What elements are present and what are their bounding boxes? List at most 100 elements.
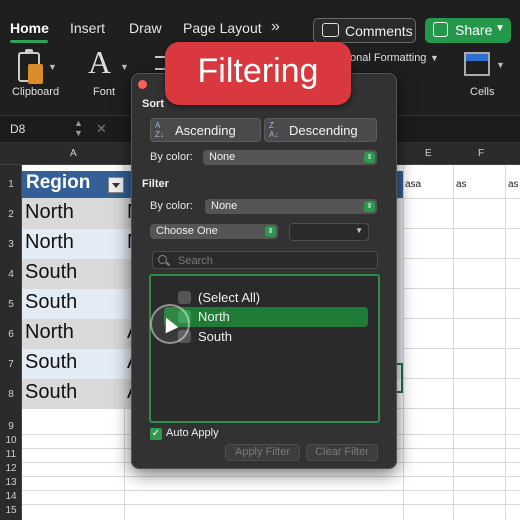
tab-draw[interactable]: Draw	[129, 20, 162, 36]
table-cell[interactable]: North	[22, 319, 126, 349]
cancel-entry-icon[interactable]: ✕	[96, 121, 107, 137]
chevron-down-icon[interactable]: ▼	[496, 60, 505, 70]
gridline	[22, 476, 520, 477]
cell-value: South	[25, 381, 78, 403]
filter-dropdown-icon[interactable]	[108, 177, 124, 193]
cell-value: North	[25, 231, 74, 253]
search-icon	[158, 255, 167, 264]
table-cell[interactable]: North	[22, 229, 126, 259]
list-item-label: South	[198, 329, 232, 344]
checkmark-icon[interactable]: ✓	[150, 428, 162, 440]
sort-descending-icon: Z A↓	[269, 121, 279, 139]
chevron-down-icon[interactable]: ▼	[430, 53, 439, 63]
filter-values-list[interactable]: (Select All) North South	[149, 274, 380, 423]
auto-apply-label: Auto Apply	[166, 427, 219, 439]
sort-by-color-select[interactable]: None ⇕	[203, 150, 377, 165]
font-group-label[interactable]: Font	[93, 86, 115, 98]
sort-section-title: Sort	[142, 98, 164, 110]
row-number[interactable]: 9	[0, 421, 22, 432]
cell-value[interactable]: as	[456, 179, 467, 190]
choose-one-select[interactable]: Choose One ⇕	[150, 224, 278, 239]
table-cell[interactable]: South	[22, 289, 126, 319]
region-header-label: Region	[26, 172, 91, 193]
select-stepper-icon: ⇕	[265, 226, 276, 237]
column-header-e[interactable]: E	[425, 148, 432, 159]
row-number[interactable]: 4	[0, 269, 22, 280]
cell-value: South	[25, 291, 78, 313]
choose-one-label: Choose One	[156, 225, 218, 237]
share-button[interactable]: Share ▼	[425, 18, 511, 43]
list-item-north[interactable]: North	[164, 307, 368, 327]
share-label: Share	[455, 22, 493, 38]
list-item-select-all[interactable]: (Select All)	[151, 288, 371, 308]
search-placeholder: Search	[178, 255, 213, 267]
list-item-label: North	[198, 309, 230, 324]
filter-value-select[interactable]: ▼	[289, 223, 369, 241]
name-box[interactable]: D8	[10, 122, 25, 136]
cell-value[interactable]: as	[508, 179, 519, 190]
close-icon[interactable]	[138, 80, 147, 89]
cells-icon[interactable]	[464, 52, 490, 76]
row-number[interactable]: 7	[0, 359, 22, 370]
filter-search-field[interactable]: Search	[152, 251, 378, 269]
font-icon[interactable]: A	[88, 44, 111, 81]
comment-icon	[322, 23, 339, 37]
cell-value: North	[25, 201, 74, 223]
select-stepper-icon: ⇕	[364, 201, 375, 212]
cells-group-label[interactable]: Cells	[470, 86, 494, 98]
comments-button[interactable]: Comments	[313, 18, 416, 43]
tab-home[interactable]: Home	[10, 20, 49, 36]
list-item-label: (Select All)	[198, 290, 261, 305]
filter-by-color-value: None	[211, 200, 238, 212]
row-number[interactable]: 2	[0, 209, 22, 220]
gridline	[22, 504, 520, 505]
gridline	[505, 165, 506, 520]
table-cell[interactable]: South	[22, 379, 126, 409]
clear-filter-button[interactable]: Clear Filter	[306, 444, 378, 461]
sort-ascending-icon: A Z↓	[155, 121, 164, 139]
row-number[interactable]: 10	[0, 435, 22, 446]
gridline	[22, 490, 520, 491]
row-number[interactable]: 3	[0, 239, 22, 250]
column-header-f[interactable]: F	[478, 148, 484, 159]
sort-descending-button[interactable]: Z A↓ Descending	[264, 118, 377, 142]
row-number[interactable]: 5	[0, 299, 22, 310]
chevron-down-icon[interactable]: ▼	[48, 62, 57, 72]
row-number[interactable]: 13	[0, 477, 22, 488]
table-cell[interactable]: North	[22, 199, 126, 229]
row-number[interactable]: 15	[0, 505, 22, 516]
cell-value[interactable]: asa	[405, 179, 421, 190]
sort-ascending-button[interactable]: A Z↓ Ascending	[150, 118, 261, 142]
checkbox[interactable]	[178, 291, 191, 304]
name-box-stepper-icon[interactable]: ▲ ▼	[74, 118, 83, 138]
filter-by-color-select[interactable]: None ⇕	[205, 199, 377, 214]
filter-section-title: Filter	[142, 178, 169, 190]
filter-popover: Sort A Z↓ Ascending Z A↓ Descending By col…	[131, 73, 397, 469]
paste-document-icon	[28, 64, 43, 84]
tab-insert[interactable]: Insert	[70, 20, 105, 36]
chevron-down-icon: ▼	[355, 226, 363, 235]
chevron-down-icon[interactable]: ▼	[495, 23, 505, 34]
column-header-a[interactable]: A	[70, 148, 77, 159]
row-number[interactable]: 6	[0, 329, 22, 340]
clipboard-group-label[interactable]: Clipboard	[12, 86, 59, 98]
row-number[interactable]: 8	[0, 389, 22, 400]
ribbon-tab-bar: Home Insert Draw Page Layout » Comments …	[0, 0, 520, 44]
table-cell[interactable]: South	[22, 259, 126, 289]
cell-value: South	[25, 351, 78, 373]
sort-by-color-value: None	[209, 151, 236, 163]
region-header-cell[interactable]: Region	[22, 171, 126, 198]
comments-label: Comments	[345, 23, 413, 39]
conditional-formatting-label[interactable]: onal Formatting	[350, 52, 426, 64]
more-tabs-chevron-icon[interactable]: »	[271, 18, 280, 36]
row-number[interactable]: 1	[0, 179, 22, 190]
tab-page-layout[interactable]: Page Layout	[183, 20, 262, 36]
row-number[interactable]: 14	[0, 491, 22, 502]
title-banner: Filtering	[165, 42, 351, 105]
chevron-down-icon[interactable]: ▼	[120, 62, 129, 72]
row-number[interactable]: 11	[0, 449, 22, 460]
table-cell[interactable]: South	[22, 349, 126, 379]
row-number[interactable]: 12	[0, 463, 22, 474]
apply-filter-button[interactable]: Apply Filter	[225, 444, 300, 461]
share-icon	[433, 22, 448, 37]
